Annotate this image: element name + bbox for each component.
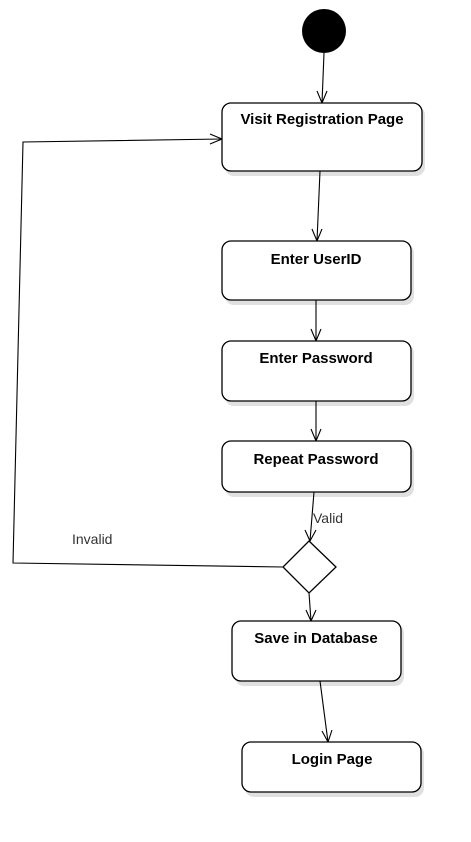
activity-enter-password: Enter Password (221, 340, 414, 406)
decision-diamond (282, 540, 337, 594)
activity-label: Enter Password (259, 350, 372, 367)
activity-box (221, 240, 412, 301)
activity-enter-userid: Enter UserID (221, 240, 414, 305)
activity-label: Repeat Password (253, 451, 378, 468)
edge-save-to-login (319, 680, 329, 743)
activity-visit-registration: Visit Registration Page (221, 102, 425, 176)
activity-diagram: Valid Invalid Visit Registration Page En… (12, 9, 425, 797)
decision-node (282, 540, 337, 594)
activity-label: Login Page (292, 751, 373, 768)
edge-label-invalid: Invalid (72, 531, 112, 547)
activity-label: Enter UserID (271, 251, 362, 268)
edge-label-valid: Valid (313, 510, 343, 526)
activity-label: Save in Database (254, 630, 377, 647)
activity-repeat-password: Repeat Password (221, 440, 414, 497)
activity-save-database: Save in Database (231, 620, 404, 686)
activity-login-page: Login Page (241, 741, 424, 797)
initial-node (302, 9, 346, 53)
activity-label: Visit Registration Page (240, 111, 403, 128)
edge-start-to-visit (321, 52, 325, 104)
edge-visit-to-userid (316, 170, 321, 242)
